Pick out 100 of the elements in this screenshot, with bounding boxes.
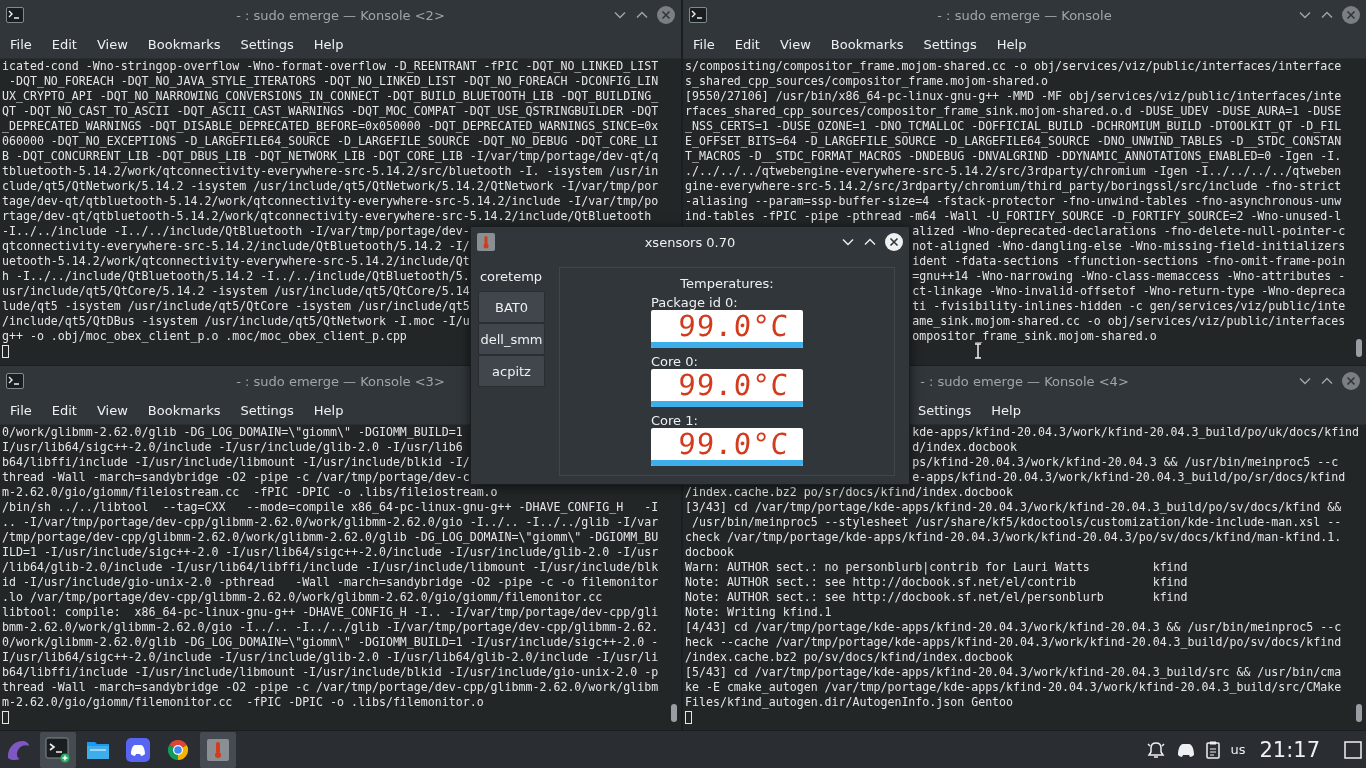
- sensor-label: Core 1:: [651, 413, 698, 428]
- terminal-line: gine-everywhere-src-5.14.2/src/3rdparty/chromium/third_party/boringssl/src/include -fno-strict: [685, 179, 1342, 194]
- terminal-line: -I../../include -I../../include/QtBluetooth -I/var/tmp/portage/dev-: [2, 224, 470, 239]
- terminal-line: /index.cache.bz2 po/sv/docs/kfind/index.docbook: [685, 650, 1014, 665]
- menu-item[interactable]: Settings: [230, 402, 304, 418]
- terminal-line: I/usr/lib64/sigc++-2.0/include -I/usr/include/glib-2.0 -I/usr/lib64/glib-2.0/include -I/usr/li: [2, 650, 659, 665]
- menu-item[interactable]: Bookmarks: [820, 36, 914, 52]
- menu-item[interactable]: Help: [986, 36, 1037, 52]
- menu-item[interactable]: Bookmarks: [137, 36, 231, 52]
- terminal-line: qtconnectivity-everywhere-src-5.14.2/include/QtBluetooth/5.14.2 -I/: [2, 239, 470, 254]
- terminal-line: usr/include/qt5/QtCore/5.14.2 -isystem /usr/include/qt5/QtCore/5.14: [2, 284, 470, 299]
- terminal-line: _DEPRECATED_WARNINGS -DQT_DISABLE_DEPRECATED_BEFORE=0x050000 -DQT_DEPRECATED_WARNINGS_SINCE=0x: [2, 119, 659, 134]
- terminal-line: E_OFFSET_BITS=64 -D_LARGEFILE_SOURCE -D_LARGEFILE64_SOURCE -DNO_UNWIND_TABLES -D__STDC_CONSTAN: [685, 134, 1342, 149]
- window-title: - : sudo emerge — Konsole: [937, 7, 1112, 23]
- menu-item[interactable]: View: [86, 402, 138, 418]
- terminal-line: _NSS_CERTS=1 -DUSE_OZONE=1 -DNO_TCMALLOC -DOFFICIAL_BUILD -DCHROMIUM_BUILD -DTOOLKIT_QT -D_FIL: [685, 119, 1342, 134]
- menu-item[interactable]: Help: [303, 36, 354, 52]
- terminal-line: docbook: [685, 545, 734, 560]
- terminal-line: /usr/bin/meinproc5 --stylesheet /usr/share/kf5/kdoctools/customization/kde-include-man.xsl --: [690, 515, 1342, 530]
- terminal-line: m-2.62.0/gio/giomm/fileiostream.cc -fPIC -DPIC -o .libs/fileiostream.o: [2, 485, 498, 500]
- menu-item[interactable]: Help: [981, 402, 1031, 418]
- sensor-tab[interactable]: BAT0: [478, 291, 545, 323]
- terminal-line: ti -fvisibility-inlines-hidden -c gen/services/viz/public/inte: [912, 299, 1346, 314]
- terminal-line: /index.cache.bz2 po/sr/docs/kfind/index.docbook: [685, 485, 1014, 500]
- terminal-line: B -DQT_CONCURRENT_LIB -DQT_DBUS_LIB -DQT_NETWORK_LIB -DQT_CORE_LIB -I/var/tmp/portage/dev-qt/q: [2, 149, 659, 164]
- terminal-line: UX_CRYPTO_API -DQT_NO_NARROWING_CONVERSIONS_IN_CONNECT -DQT_BUILD_BLUETOOTH_LIB -DQT_BUILDING_: [2, 89, 659, 104]
- terminal-line: id -I/usr/include/gio-unix-2.0 -pthread -Wall -march=sandybridge -O2 -pipe -c -o filemonitor: [2, 575, 659, 590]
- terminal-line: ompositor_frame_sink.mojom-shared.o: [912, 329, 1157, 344]
- thermometer-icon: [207, 738, 229, 761]
- terminal-line: /tmp/portage/dev-cpp/glibmm-2.62.0/work/glibmm-2.62.0/glib -DG_LOG_DOMAIN=\"giomm\" -DGIOMM_BU: [2, 530, 659, 545]
- scrollbar-thumb[interactable]: [1356, 339, 1362, 357]
- task-button[interactable]: [40, 731, 76, 768]
- scrollbar-thumb[interactable]: [1356, 704, 1362, 722]
- menu-item[interactable]: File: [0, 36, 42, 52]
- menu-item[interactable]: Edit: [724, 36, 770, 52]
- terminal-line: heck --cache /var/tmp/portage/kde-apps/kfind-20.04.3/work/kfind-20.04.3_build/po/sv/docs/kfind: [685, 635, 1342, 650]
- terminal-line: d/index.docbook: [912, 440, 1018, 455]
- clipboard-icon[interactable]: [1206, 740, 1221, 759]
- terminal-line: e-apps/kfind-20.04.3/work/kfind-20.04.3_build/po/sr/docs/kfind: [912, 470, 1346, 485]
- bell-icon[interactable]: [1146, 739, 1167, 760]
- terminal-line: [3/43] cd /var/tmp/portage/kde-apps/kfind-20.04.3/work/kfind-20.04.3_build/po/sv/docs/kfind &&: [685, 500, 1342, 515]
- terminal-icon: [689, 7, 707, 23]
- clock[interactable]: 21:17: [1259, 737, 1320, 762]
- sensor-label: Package id 0:: [651, 295, 738, 310]
- terminal-line: /bin/sh ../../libtool --tag=CXX --mode=compile x86_64-pc-linux-gnu-g++ -DHAVE_CONFIG_H -I: [2, 500, 659, 515]
- terminal-line: s_shared_cpp_sources/compositor_frame.mojom-shared.o: [685, 74, 1048, 89]
- temperature-value: 99.0°C: [676, 369, 792, 401]
- terminal-line: T_MACROS -D__STDC_FORMAT_MACROS -DNDEBUG -DNVALGRIND -DDYNAMIC_ANNOTATIONS_ENABLED=0 -Igen -I.: [685, 149, 1342, 164]
- terminal-line: thread -Wall -march=sandybridge -O2 -pipe -c /var/tmp/portage/dev-c: [2, 470, 470, 485]
- terminal-line: uetooth-5.14.2/work/qtconnectivity-everywhere-src-5.14.2/include/Qt: [2, 254, 470, 269]
- terminal-line: ident -fdata-sections -ffunction-sections -fno-omit-frame-poin: [912, 254, 1346, 269]
- terminal-line: Note: Writing kfind.1: [685, 605, 832, 620]
- controller-icon[interactable]: [1176, 741, 1197, 758]
- show-desktop-icon[interactable]: [1344, 740, 1362, 759]
- menu-item[interactable]: Edit: [41, 36, 87, 52]
- terminal-line: Files/kfind_autogen.dir/AutogenInfo.json Gentoo: [685, 695, 1014, 710]
- scrollbar-thumb[interactable]: [671, 704, 677, 722]
- terminal-line: ps/kfind-20.04.3/work/kfind-20.04.3 && /usr/bin/meinproc5 --c: [912, 455, 1339, 470]
- sensor-tab[interactable]: acpitz: [478, 355, 545, 387]
- menu-item[interactable]: Edit: [41, 402, 87, 418]
- menu-item[interactable]: Settings: [908, 402, 982, 418]
- terminal-icon: [6, 7, 24, 23]
- menu-item[interactable]: Settings: [230, 36, 304, 52]
- terminal-line: lude/qt5 -isystem /usr/include/qt5/QtCore -isystem /usr/include/qt5: [2, 299, 470, 314]
- menu-item[interactable]: File: [683, 36, 725, 52]
- keyboard-layout[interactable]: us: [1230, 742, 1246, 757]
- menu-item[interactable]: File: [0, 402, 42, 418]
- menu-item[interactable]: Bookmarks: [137, 402, 231, 418]
- window-title: - : sudo emerge — Konsole <4>: [920, 373, 1129, 389]
- terminal-line: libtool: compile: x86_64-pc-linux-gnu-g++ -DHAVE_CONFIG_H -I.. -I/var/tmp/portage/dev-cpp/gli: [2, 605, 659, 620]
- terminal-line: Warn: AUTHOR sect.: no personblurb|contrib for Lauri Watts kfind: [685, 560, 1188, 575]
- terminal-line: /lib64/glib-2.0/include -I/usr/lib64/libffi/include -I/usr/include/libmount -I/usr/include/blk: [2, 560, 659, 575]
- terminal-line: not-aligned -Wno-dangling-else -Wno-missing-field-initializers: [912, 239, 1346, 254]
- terminal-line: g++ -o .obj/moc_obex_client_p.o .moc/moc_obex_client_p.cpp: [2, 329, 407, 344]
- terminal-line: 0/work/glibmm-2.62.0/glib -DG_LOG_DOMAIN=\"giomm\" -DGIOMM_BUILD=1 -I/usr/include/sigc++-2.0 -: [2, 635, 659, 650]
- terminal-line: s/compositing/compositor_frame.mojom-shared.cc -o obj/services/viz/public/interfaces/interface: [685, 59, 1342, 74]
- sensor-tab[interactable]: dell_smm: [478, 323, 545, 355]
- terminal-line: ame_sink.mojom-shared.cc -o obj/services/viz/public/interfaces: [912, 314, 1346, 329]
- menu-item[interactable]: Help: [303, 402, 354, 418]
- terminal-line: .lo /var/tmp/portage/dev-cpp/glibmm-2.62.0/work/glibmm-2.62.0/gio/giomm/filemonitor.cc: [2, 590, 603, 605]
- terminal-line: b64/libffi/include -I/usr/include/libmount -I/usr/include/blkid -I/: [2, 455, 470, 470]
- terminal-line: 060000 -DQT_NO_EXCEPTIONS -D_LARGEFILE64_SOURCE -D_LARGEFILE_SOURCE -DQT_NO_DEBUG -DQT_CORE_LI: [2, 134, 659, 149]
- terminal-line: check /var/tmp/portage/kde-apps/kfind-20.04.3/work/kfind-20.04.3/po/sv/docs/kfind/man-kfind.1.: [685, 530, 1342, 545]
- menu-item[interactable]: View: [769, 36, 821, 52]
- terminal-icon: [45, 736, 71, 763]
- close-icon[interactable]: [885, 233, 903, 251]
- terminal-line: kde-apps/kfind-20.04.3/work/kfind-20.04.3_build/po/uk/docs/kfind: [912, 425, 1360, 440]
- terminal-line: clude/qt5/QtNetwork/5.14.2 -isystem /usr/include/qt5/QtNetwork/5.14.2/QtNetwork -I/var/tmp/por: [2, 179, 659, 194]
- temperature-value: 99.0°C: [676, 310, 792, 342]
- menu-item[interactable]: View: [86, 36, 138, 52]
- terminal-line: 0/work/glibmm-2.62.0/glib -DG_LOG_DOMAIN=\"giomm\" -DGIOMM_BUILD=1: [2, 425, 463, 440]
- menu-item[interactable]: Settings: [913, 36, 987, 52]
- terminal-line: [4/43] cd /var/tmp/portage/kde-apps/kfind-20.04.3/work/kfind-20.04.3 && /usr/bin/meinproc5 --c: [685, 620, 1342, 635]
- terminal-line: /include/qt5/QtDBus -isystem /usr/include/qt5/QtNetwork -I.moc -I/u: [2, 314, 470, 329]
- terminal-line: -DQT_NO_FOREACH -DQT_NO_JAVA_STYLE_ITERATORS -DQT_NO_LINKED_LIST -DQT_NO_FOREACH -DCONFIG_LIN: [7, 74, 659, 89]
- terminal-line: h -I../../include/QtBluetooth/5.14.2 -I../../include/QtBluetooth/5.: [2, 269, 470, 284]
- terminal-line: ILD=1 -I/usr/include/sigc++-2.0 -I/usr/lib64/sigc++-2.0/include -I/usr/include/glib-2.0 -I/usr: [2, 545, 659, 560]
- terminal-icon: [6, 373, 24, 389]
- terminal-line: ke -E cmake_autogen /var/tmp/portage/kde-apps/kfind-20.04.3/work/kfind-20.04.3_build/src/CMake: [685, 680, 1342, 695]
- terminal-line: [9550/27106] /usr/bin/x86_64-pc-linux-gnu-g++ -MMD -MF obj/services/viz/public/interfaces/inte: [685, 89, 1342, 104]
